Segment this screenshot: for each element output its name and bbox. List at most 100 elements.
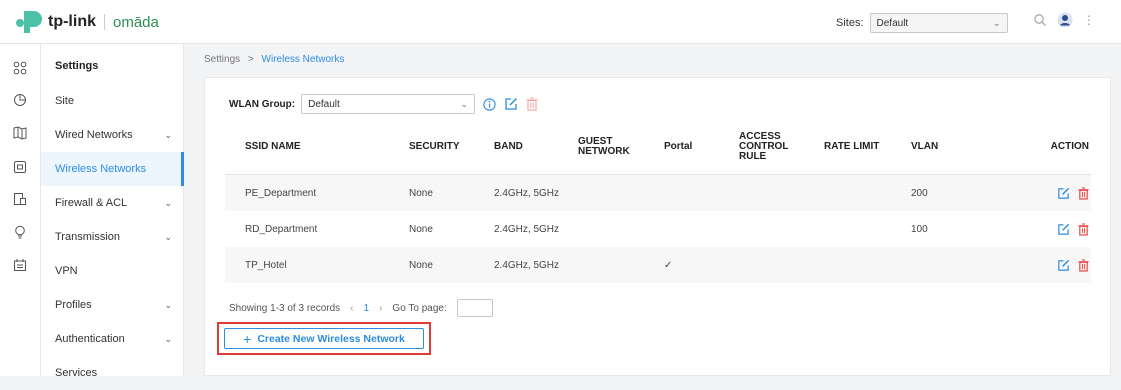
- sidebar-item-wired-networks[interactable]: Wired Networks ⌄: [41, 118, 184, 152]
- edit-icon[interactable]: [1057, 259, 1070, 272]
- sidebar-item-label: Authentication: [55, 333, 125, 345]
- wlan-group-row: WLAN Group: Default ⌄: [229, 94, 538, 114]
- page-number[interactable]: 1: [364, 303, 370, 314]
- cell-band: 2.4GHz, 5GHz: [494, 259, 560, 271]
- chevron-down-icon: ⌄: [460, 98, 469, 109]
- breadcrumb: Settings > Wireless Networks: [204, 54, 344, 65]
- sidebar-item-label: Firewall & ACL: [55, 197, 128, 209]
- sidebar-item-label: Profiles: [55, 299, 92, 311]
- user-avatar-icon[interactable]: [1057, 12, 1073, 28]
- chevron-down-icon: ⌄: [164, 333, 172, 344]
- chevron-down-icon: ⌄: [164, 129, 172, 140]
- header-portal[interactable]: Portal: [664, 142, 739, 152]
- edit-icon[interactable]: [1057, 187, 1070, 200]
- cell-actions: [1021, 222, 1091, 236]
- pagination: Showing 1-3 of 3 records ‹ 1 › Go To pag…: [229, 299, 493, 317]
- table-row[interactable]: PE_Department None 2.4GHz, 5GHz 200: [225, 175, 1091, 211]
- create-button-label: Create New Wireless Network: [257, 332, 405, 345]
- cell-vlan: 100: [911, 223, 928, 235]
- cell-actions: [1021, 186, 1091, 200]
- header-guest-network[interactable]: GUEST NETWORK: [578, 137, 664, 157]
- sidebar-item-transmission[interactable]: Transmission ⌄: [41, 220, 184, 254]
- cell-ssid: RD_Department: [245, 223, 318, 235]
- sites-dropdown[interactable]: Default ⌄: [869, 13, 1008, 33]
- chevron-down-icon: ⌄: [164, 299, 172, 310]
- hotspot-icon[interactable]: [10, 255, 30, 275]
- site-selector: Sites: Default ⌄: [836, 13, 1008, 33]
- plus-icon: +: [243, 330, 252, 347]
- header-rate-limit[interactable]: RATE LIMIT: [824, 142, 911, 152]
- devices-icon[interactable]: [10, 157, 30, 177]
- sites-label: Sites:: [836, 17, 864, 29]
- settings-sidenav: Settings Site Wired Networks ⌄ Wireless …: [41, 44, 184, 379]
- sidenav-title: Settings: [55, 60, 99, 72]
- icon-rail: [0, 44, 41, 376]
- sites-dropdown-value: Default: [876, 17, 909, 29]
- cell-vlan: 200: [911, 187, 928, 199]
- search-icon[interactable]: [1033, 13, 1047, 27]
- sidebar-item-label: Wireless Networks: [55, 163, 147, 175]
- edit-icon[interactable]: [504, 97, 518, 111]
- statistics-icon[interactable]: [10, 90, 30, 110]
- cell-security: None: [409, 223, 433, 235]
- wireless-networks-panel: WLAN Group: Default ⌄ SSID NAME SECURITY…: [204, 77, 1111, 376]
- dashboard-icon[interactable]: [10, 58, 30, 78]
- sidebar-item-label: Wired Networks: [55, 129, 133, 141]
- pagination-summary: Showing 1-3 of 3 records: [229, 302, 341, 314]
- table-row[interactable]: RD_Department None 2.4GHz, 5GHz 100: [225, 211, 1091, 247]
- cell-actions: [1021, 258, 1091, 272]
- ssid-table: SSID NAME SECURITY BAND GUEST NETWORK Po…: [225, 120, 1091, 283]
- sidebar-item-vpn[interactable]: VPN: [41, 254, 184, 288]
- more-menu-icon[interactable]: ⋮: [1083, 13, 1095, 27]
- wlan-group-actions: [483, 97, 538, 111]
- wlan-group-dropdown[interactable]: Default ⌄: [301, 94, 476, 114]
- chevron-down-icon: ⌄: [164, 197, 172, 208]
- create-button-highlight: + Create New Wireless Network: [217, 322, 431, 355]
- header-vlan[interactable]: VLAN: [911, 142, 1021, 152]
- goto-page-label: Go To page:: [392, 302, 447, 314]
- cell-ssid: PE_Department: [245, 187, 317, 199]
- delete-icon[interactable]: [1078, 186, 1089, 200]
- cell-security: None: [409, 259, 433, 271]
- delete-icon[interactable]: [1078, 222, 1089, 236]
- cell-portal: ✓: [664, 259, 673, 271]
- sidebar-item-label: Transmission: [55, 231, 120, 243]
- omada-wordmark: omāda: [113, 13, 159, 31]
- sidebar-item-label: VPN: [55, 265, 78, 277]
- header-band[interactable]: BAND: [494, 142, 578, 152]
- header-access-control-rule[interactable]: ACCESS CONTROL RULE: [739, 132, 824, 162]
- cell-band: 2.4GHz, 5GHz: [494, 187, 560, 199]
- cell-band: 2.4GHz, 5GHz: [494, 223, 560, 235]
- sidebar-item-label: Site: [55, 95, 74, 107]
- sidebar-item-wireless-networks[interactable]: Wireless Networks: [41, 152, 184, 186]
- sidebar-item-label: Services: [55, 367, 98, 379]
- sidebar-item-firewall-acl[interactable]: Firewall & ACL ⌄: [41, 186, 184, 220]
- insight-icon[interactable]: [10, 222, 30, 242]
- delete-icon[interactable]: [526, 97, 538, 111]
- sidebar-item-profiles[interactable]: Profiles ⌄: [41, 288, 184, 322]
- logs-icon[interactable]: [10, 189, 30, 209]
- header-ssid-name[interactable]: SSID NAME: [225, 142, 409, 152]
- chevron-down-icon: ⌄: [992, 17, 1001, 28]
- top-bar: tp-link omāda Sites: Default ⌄ ⋮: [0, 0, 1121, 44]
- chevron-right-icon[interactable]: ›: [379, 303, 382, 314]
- table-row[interactable]: TP_Hotel None 2.4GHz, 5GHz ✓: [225, 247, 1091, 283]
- table-header: SSID NAME SECURITY BAND GUEST NETWORK Po…: [225, 120, 1091, 175]
- map-icon[interactable]: [10, 123, 30, 143]
- breadcrumb-current: Wireless Networks: [261, 54, 345, 65]
- edit-icon[interactable]: [1057, 223, 1070, 236]
- create-wireless-network-button[interactable]: + Create New Wireless Network: [224, 328, 424, 349]
- info-icon[interactable]: [483, 97, 496, 111]
- chevron-down-icon: ⌄: [164, 231, 172, 242]
- goto-page-input[interactable]: [456, 299, 493, 317]
- header-security[interactable]: SECURITY: [409, 142, 494, 152]
- sidebar-item-services[interactable]: Services: [41, 356, 184, 390]
- chevron-left-icon[interactable]: ‹: [350, 303, 353, 314]
- brand-logo[interactable]: tp-link omāda: [14, 8, 159, 36]
- breadcrumb-root[interactable]: Settings: [204, 54, 240, 65]
- sidebar-item-authentication[interactable]: Authentication ⌄: [41, 322, 184, 356]
- wlan-group-value: Default: [308, 98, 340, 110]
- delete-icon[interactable]: [1078, 258, 1089, 272]
- sidebar-item-site[interactable]: Site: [41, 84, 184, 118]
- logo-divider: [104, 14, 105, 30]
